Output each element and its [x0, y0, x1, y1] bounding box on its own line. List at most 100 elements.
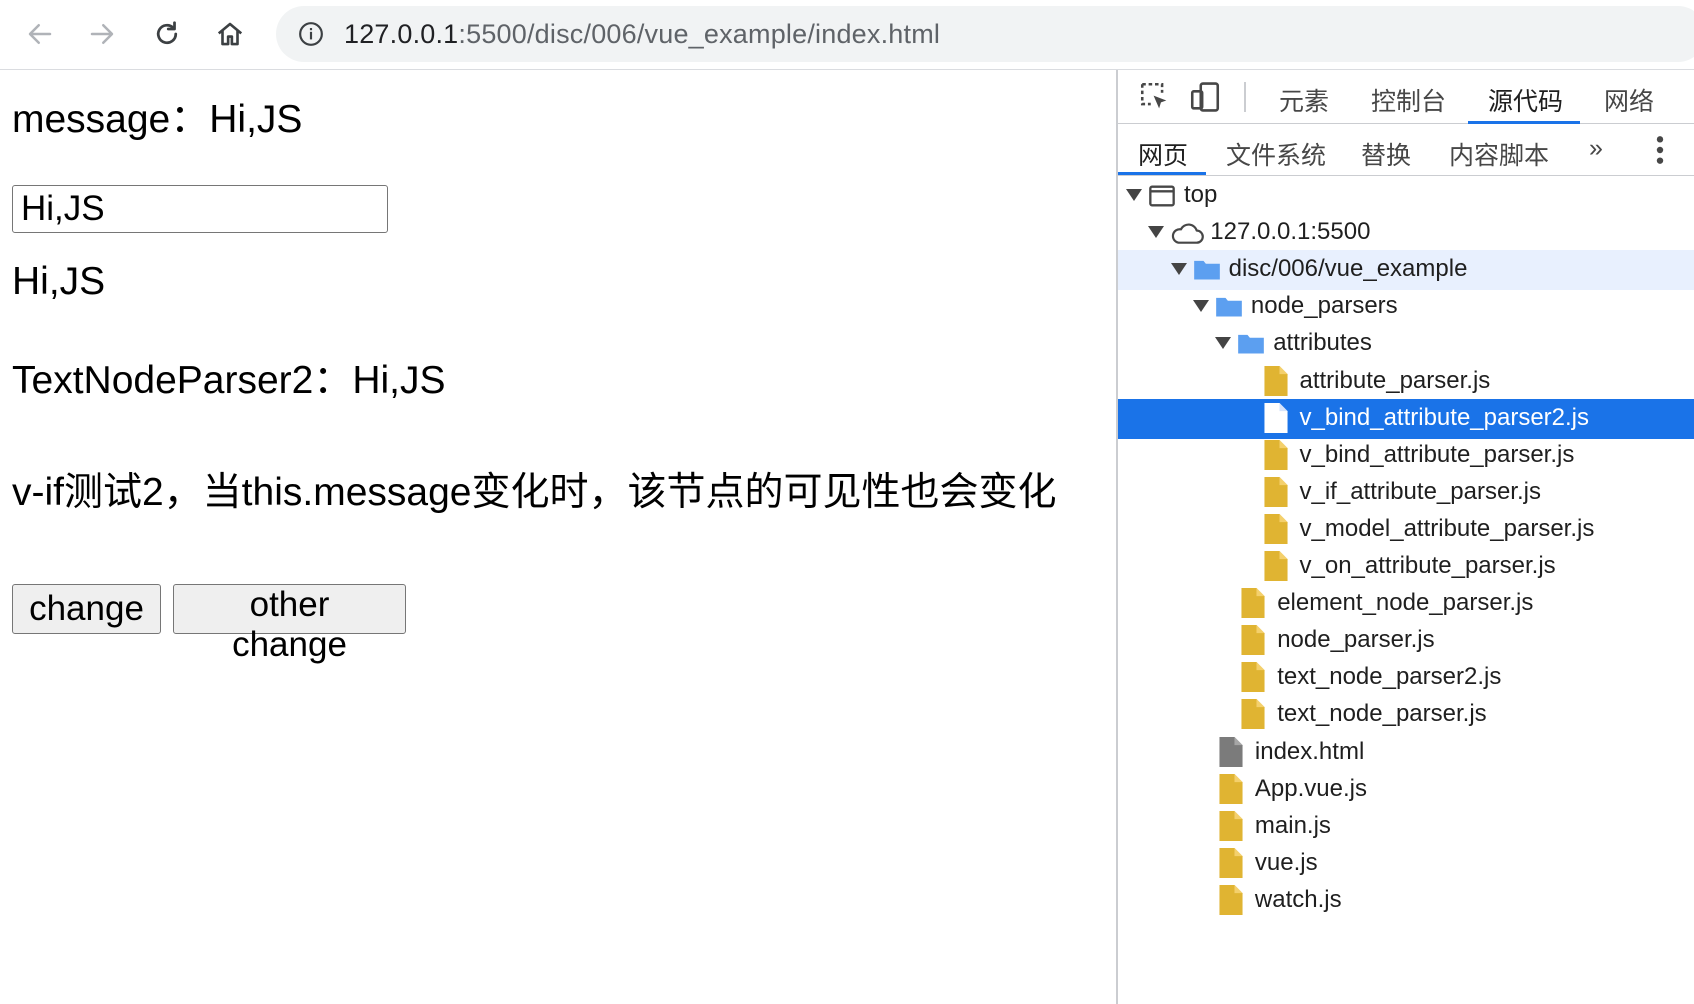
active-subtab-indicator — [1118, 172, 1206, 175]
js-file-icon — [1263, 513, 1288, 549]
folder-icon — [1215, 293, 1243, 324]
browser-toolbar: 127.0.0.1:5500/disc/006/vue_example/inde… — [0, 0, 1694, 70]
tree-node[interactable]: node_parsers — [1118, 287, 1694, 327]
tab-elements[interactable]: 元素 — [1279, 82, 1329, 118]
subtab-filesystem[interactable]: 文件系统 — [1226, 136, 1326, 172]
tree-item-label: attributes — [1273, 329, 1372, 357]
expand-triangle-icon[interactable] — [1192, 300, 1209, 313]
tab-network[interactable]: 网络 — [1604, 82, 1654, 118]
js-file-icon — [1219, 773, 1243, 809]
js-file-icon — [1263, 551, 1288, 586]
tree-item-label: main.js — [1254, 811, 1331, 839]
expand-triangle-icon[interactable] — [1126, 189, 1142, 201]
tree-item-label: node_parser.js — [1277, 626, 1435, 654]
expand-triangle-icon[interactable] — [1170, 263, 1187, 276]
html-file-icon — [1219, 736, 1243, 772]
js-file-icon — [1241, 588, 1265, 623]
reload-icon[interactable] — [147, 14, 187, 54]
tab-console[interactable]: 控制台 — [1371, 82, 1446, 118]
tree-item-label: v_model_attribute_parser.js — [1299, 514, 1595, 542]
echo-text: Hi,JS — [12, 260, 106, 303]
info-icon[interactable] — [298, 21, 324, 47]
js-file-icon — [1263, 365, 1288, 401]
subtab-overrides[interactable]: 替换 — [1361, 136, 1411, 172]
tree-item-label: vue.js — [1254, 848, 1318, 876]
sources-navigator-tabs: 网页 文件系统 替换 内容脚本 » — [1118, 124, 1694, 176]
tree-file[interactable]: index.html — [1118, 733, 1694, 773]
tree-file[interactable]: v_on_attribute_parser.js — [1118, 547, 1694, 587]
tree-file[interactable]: node_parser.js — [1118, 621, 1694, 661]
tree-item-label: v_bind_attribute_parser.js — [1299, 440, 1575, 468]
tree-item-label: attribute_parser.js — [1299, 366, 1491, 394]
tree-file[interactable]: text_node_parser2.js — [1118, 658, 1694, 698]
js-file-icon — [1263, 476, 1288, 512]
tree-node[interactable]: 127.0.0.1:5500 — [1118, 213, 1694, 253]
cloud-icon — [1170, 219, 1205, 252]
devtools-main-tabs: 元素 控制台 源代码 网络 — [1118, 70, 1694, 124]
tree-item-label: element_node_parser.js — [1277, 589, 1534, 617]
tree-file[interactable]: v_if_attribute_parser.js — [1118, 473, 1694, 513]
url-host: 127.0.0.1 — [344, 19, 459, 49]
message-text: message：Hi,JS — [12, 98, 303, 141]
tree-item-label: v_if_attribute_parser.js — [1299, 477, 1541, 505]
js-file-icon — [1263, 402, 1288, 438]
home-icon[interactable] — [210, 14, 250, 54]
inspect-element-icon[interactable] — [1138, 80, 1172, 114]
tree-item-label: v_bind_attribute_parser2.js — [1299, 403, 1590, 431]
expand-triangle-icon[interactable] — [1215, 337, 1232, 350]
js-file-icon — [1219, 884, 1243, 920]
tree-file[interactable]: watch.js — [1118, 881, 1694, 921]
tree-item-label: top — [1184, 181, 1218, 208]
tree-node[interactable]: attributes — [1118, 324, 1694, 364]
tree-item-label: node_parsers — [1250, 292, 1398, 320]
devtools-panel: 元素 控制台 源代码 网络 网页 文件系统 替换 内容脚本 » top 127.0… — [1116, 70, 1694, 1004]
tree-file[interactable]: text_node_parser.js — [1118, 695, 1694, 735]
subtab-page[interactable]: 网页 — [1138, 136, 1188, 172]
tree-file[interactable]: App.vue.js — [1118, 770, 1694, 810]
tree-node[interactable]: disc/006/vue_example — [1118, 250, 1694, 291]
tree-file[interactable]: main.js — [1118, 807, 1694, 847]
js-file-icon — [1219, 810, 1243, 846]
tree-node[interactable]: top — [1118, 176, 1694, 216]
toolbar-divider — [1244, 82, 1246, 112]
tree-item-label: index.html — [1254, 737, 1365, 765]
address-bar[interactable]: 127.0.0.1:5500/disc/006/vue_example/inde… — [276, 6, 1694, 62]
js-file-icon — [1241, 625, 1265, 660]
tree-item-label: disc/006/vue_example — [1228, 255, 1468, 283]
tree-file[interactable]: v_bind_attribute_parser2.js — [1118, 398, 1694, 439]
tree-file[interactable]: v_model_attribute_parser.js — [1118, 510, 1694, 550]
tab-sources[interactable]: 源代码 — [1488, 82, 1563, 118]
tree-item-label: text_node_parser.js — [1277, 700, 1487, 728]
forward-arrow-icon[interactable] — [82, 14, 122, 54]
tree-file[interactable]: v_bind_attribute_parser.js — [1118, 436, 1694, 476]
js-file-icon — [1219, 847, 1243, 883]
page-viewport: message：Hi,JS Hi,JS TextNodeParser2：Hi,J… — [0, 70, 1116, 1004]
parser-text: TextNodeParser2：Hi,JS — [12, 359, 446, 402]
tree-file[interactable]: attribute_parser.js — [1118, 362, 1694, 402]
message-input[interactable] — [12, 185, 388, 233]
tree-item-label: v_on_attribute_parser.js — [1299, 552, 1556, 579]
folder-icon — [1193, 256, 1221, 287]
expand-triangle-icon[interactable] — [1148, 226, 1165, 239]
tree-item-label: App.vue.js — [1254, 774, 1367, 802]
device-toolbar-icon[interactable] — [1188, 80, 1222, 114]
frame-icon — [1148, 182, 1176, 215]
js-file-icon — [1241, 699, 1265, 734]
kebab-menu-icon[interactable] — [1655, 134, 1665, 166]
tree-item-label: 127.0.0.1:5500 — [1210, 218, 1371, 246]
subtab-content-scripts[interactable]: 内容脚本 — [1449, 136, 1549, 172]
tree-file[interactable]: element_node_parser.js — [1118, 584, 1694, 624]
more-tabs-icon[interactable]: » — [1589, 134, 1603, 163]
change-button[interactable]: change — [12, 584, 161, 634]
url-text: 127.0.0.1:5500/disc/006/vue_example/inde… — [344, 19, 940, 50]
url-path: :5500/disc/006/vue_example/index.html — [458, 19, 941, 49]
other-change-button[interactable]: other change — [173, 584, 406, 664]
js-file-icon — [1241, 662, 1265, 697]
tree-item-label: text_node_parser2.js — [1277, 663, 1502, 691]
folder-icon — [1237, 330, 1265, 361]
js-file-icon — [1263, 439, 1288, 475]
back-arrow-icon[interactable] — [20, 14, 60, 54]
vif-text: v-if测试2，当this.message变化时，该节点的可见性也会变化 — [12, 471, 1057, 514]
tree-item-label: watch.js — [1254, 885, 1342, 913]
tree-file[interactable]: vue.js — [1118, 844, 1694, 884]
